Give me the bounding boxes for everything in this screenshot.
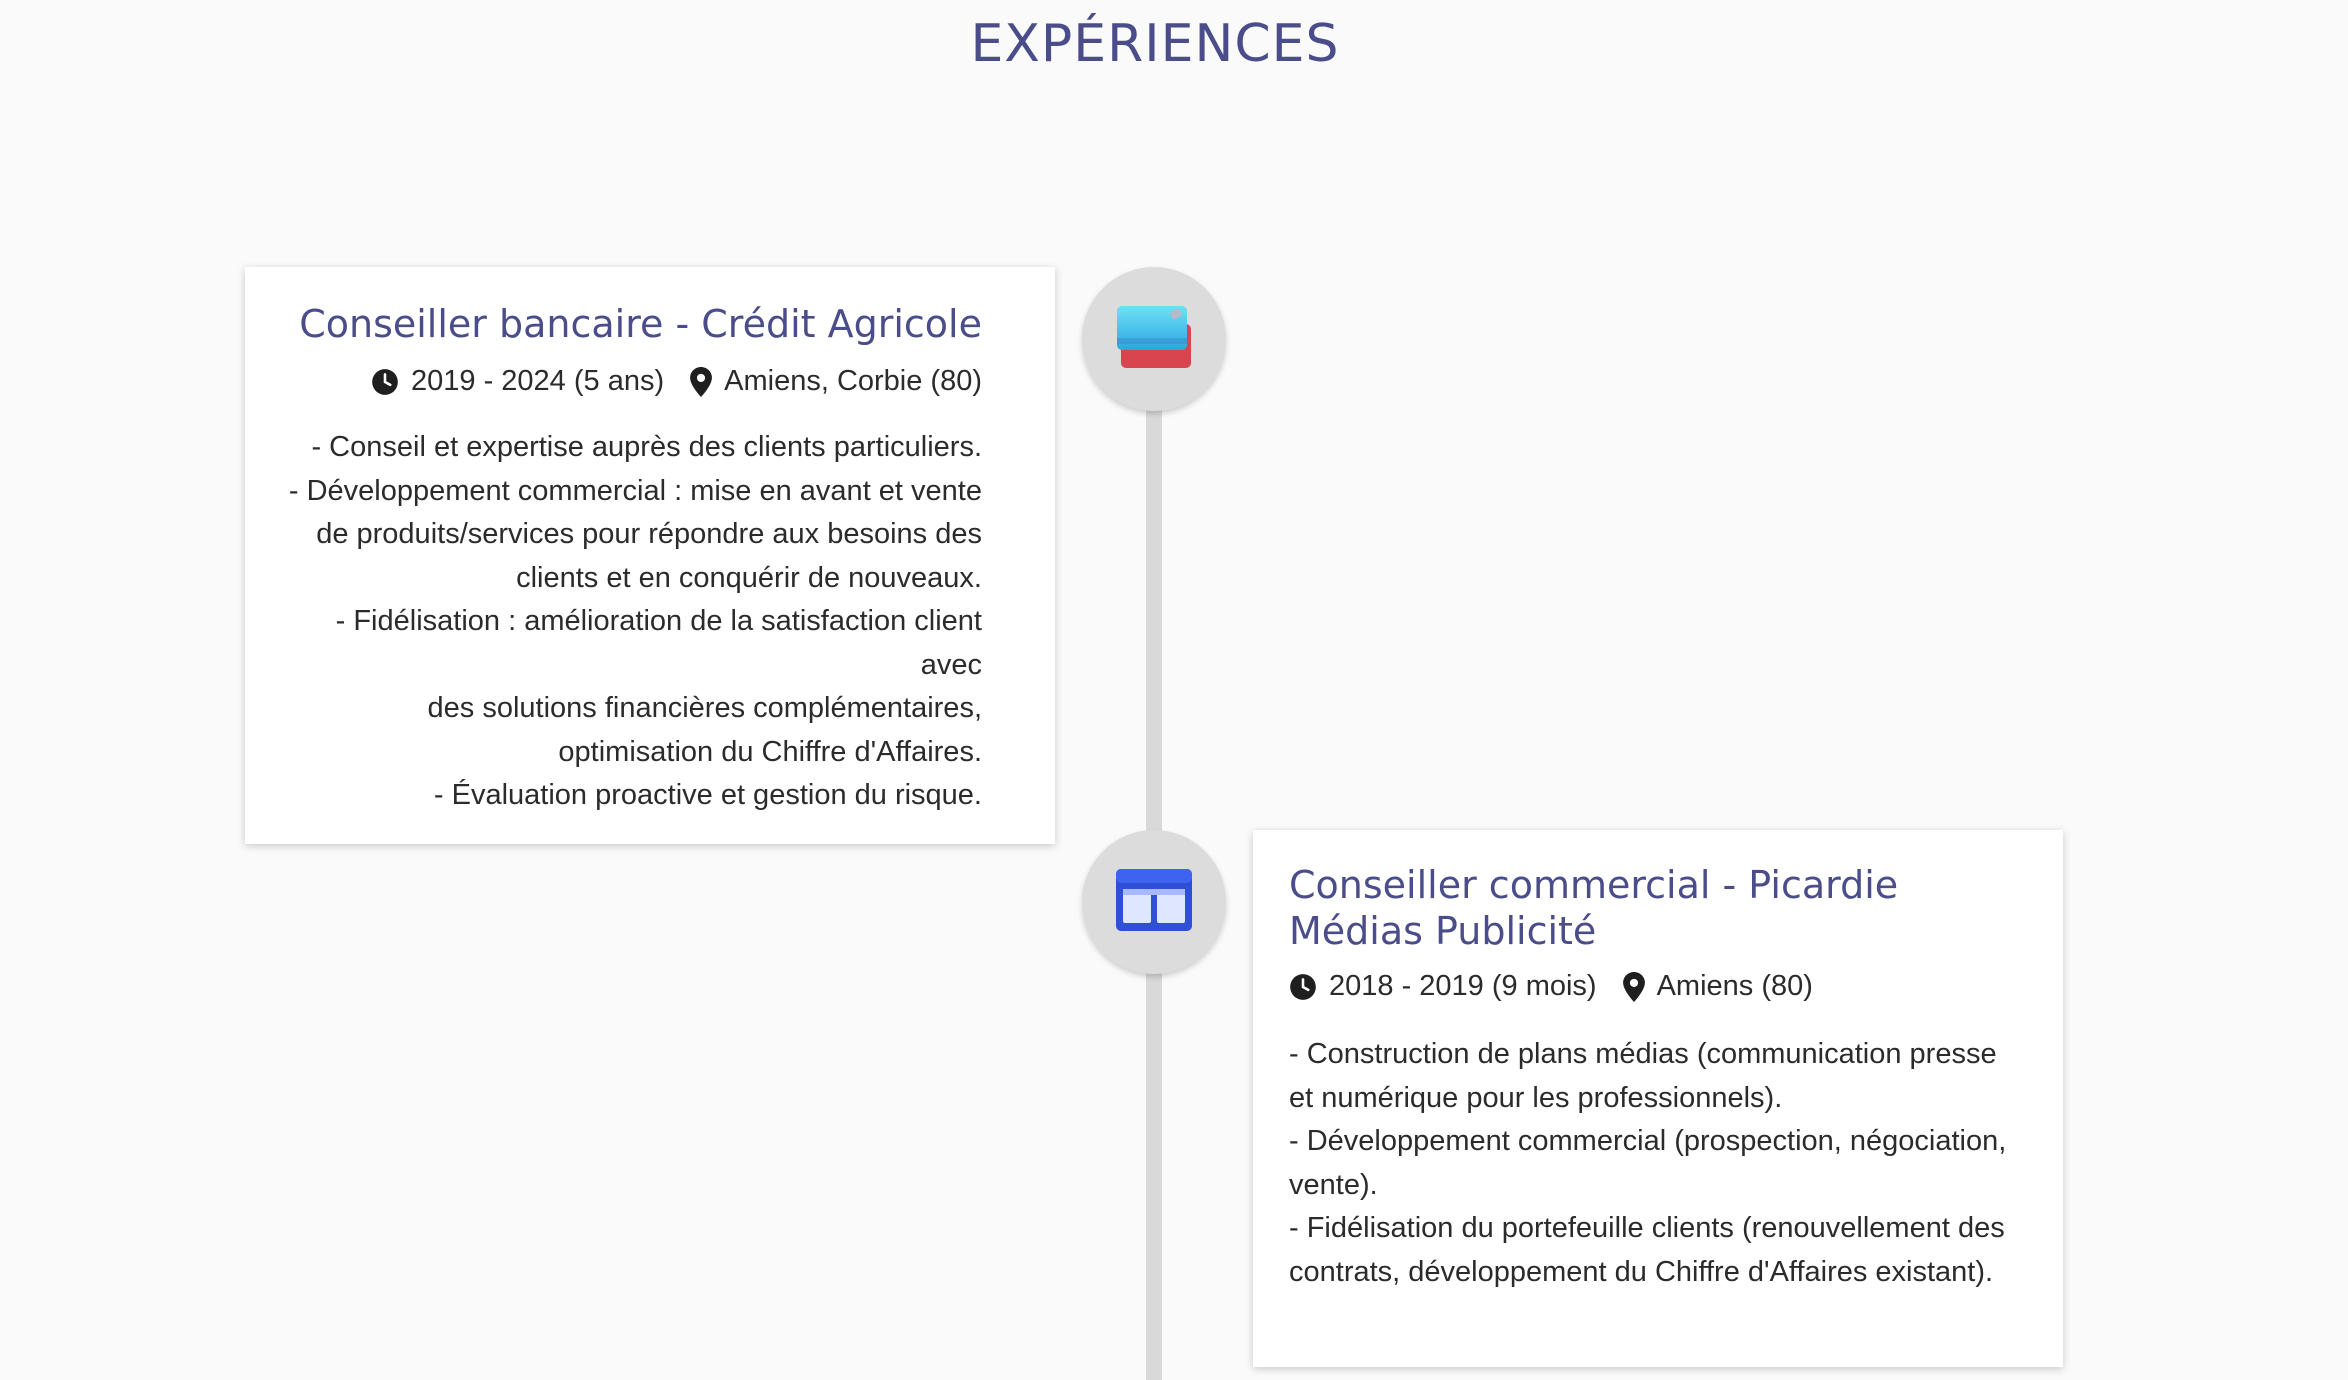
period-text: 2019 - 2024 (5 ans) xyxy=(411,365,665,397)
experience-meta: 2019 - 2024 (5 ans) Amiens, Corbie (80) xyxy=(281,365,982,398)
timeline-node-2 xyxy=(1082,830,1226,974)
location-pin-icon xyxy=(690,366,713,397)
clock-icon xyxy=(1289,973,1317,1001)
description-line: - Évaluation proactive et gestion du ris… xyxy=(433,779,982,811)
description-line: - Développement commercial : mise en ava… xyxy=(288,474,982,507)
description-line: - Fidélisation du portefeuille clients (… xyxy=(1289,1212,2005,1244)
experience-description: - Conseil et expertise auprès des client… xyxy=(281,426,982,818)
experience-location: Amiens, Corbie (80) xyxy=(690,365,982,398)
period-text: 2018 - 2019 (9 mois) xyxy=(1329,970,1597,1002)
experience-title: Conseiller commercial - Picardie Médias … xyxy=(1289,862,2027,954)
experience-period: 2019 - 2024 (5 ans) xyxy=(371,365,664,398)
description-line: et numérique pour les professionnels). xyxy=(1289,1081,1783,1114)
section-title: EXPÉRIENCES xyxy=(970,14,1340,74)
experience-location: Amiens (80) xyxy=(1622,970,1813,1003)
description-line: - Construction de plans médias (communic… xyxy=(1289,1038,1997,1070)
description-line: des solutions financières complémentaire… xyxy=(427,692,983,724)
newspaper-icon xyxy=(1114,867,1194,938)
experience-period: 2018 - 2019 (9 mois) xyxy=(1289,970,1597,1003)
experience-description: - Construction de plans médias (communic… xyxy=(1289,1033,2027,1294)
description-line: - Développement commercial (prospection,… xyxy=(1289,1125,2007,1157)
description-line: vente). xyxy=(1289,1168,1378,1201)
location-pin-icon xyxy=(1622,971,1645,1002)
experience-card-2: Conseiller commercial - Picardie Médias … xyxy=(1253,830,2063,1367)
timeline-node-1 xyxy=(1082,267,1226,411)
location-text: Amiens, Corbie (80) xyxy=(724,365,982,397)
clock-icon xyxy=(371,368,399,396)
experience-card-1: Conseiller bancaire - Crédit Agricole 20… xyxy=(245,267,1055,844)
description-line: de produits/services pour répondre aux b… xyxy=(316,518,982,550)
description-line: optimisation du Chiffre d'Affaires. xyxy=(558,735,982,768)
description-line: - Fidélisation : amélioration de la sati… xyxy=(335,605,982,681)
title-line: Médias Publicité xyxy=(1289,909,1597,953)
title-line: Conseiller commercial - Picardie xyxy=(1289,863,1899,907)
description-line: - Conseil et expertise auprès des client… xyxy=(311,431,982,463)
credit-card-icon xyxy=(1115,302,1193,377)
description-line: contrats, développement du Chiffre d'Aff… xyxy=(1289,1255,1994,1288)
experience-meta: 2018 - 2019 (9 mois) Amiens (80) xyxy=(1289,970,2027,1003)
location-text: Amiens (80) xyxy=(1656,970,1813,1002)
description-line: clients et en conquérir de nouveaux. xyxy=(516,561,982,594)
experience-title: Conseiller bancaire - Crédit Agricole xyxy=(299,302,982,346)
